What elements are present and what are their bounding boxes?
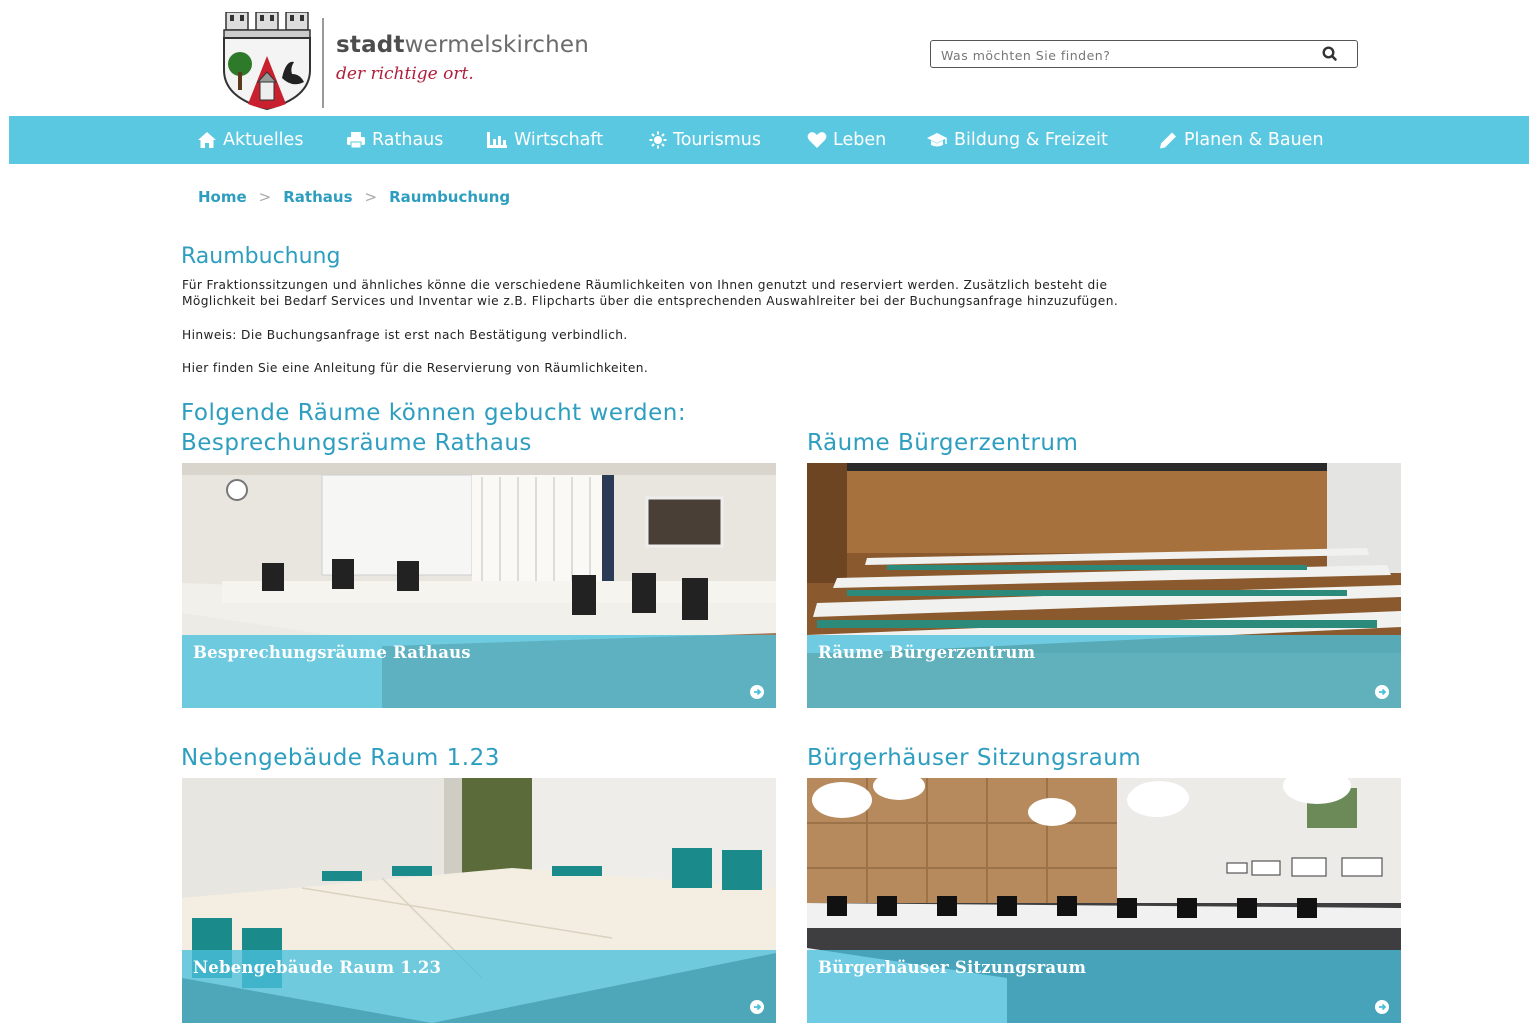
breadcrumb-raumbuchung[interactable]: Raumbuchung	[389, 188, 510, 206]
brand-tagline: der richtige ort.	[336, 64, 474, 84]
room-card-besprechungsraeume[interactable]: Besprechungsräume Rathaus	[182, 463, 776, 708]
circle-arrow-icon[interactable]	[750, 685, 764, 699]
room-heading-besprechungsraeume[interactable]: Besprechungsräume Rathaus	[181, 430, 532, 456]
nav-item-label: Planen & Bauen	[1184, 130, 1324, 150]
search-icon[interactable]	[1321, 45, 1339, 63]
room-card-buergerzentrum[interactable]: Räume Bürgerzentrum	[807, 463, 1401, 708]
breadcrumb: Home > Rathaus > Raumbuchung	[198, 188, 510, 206]
room-card-overlay: Bürgerhäuser Sitzungsraum	[807, 950, 1401, 1023]
home-icon	[198, 132, 216, 148]
room-card-buergerhaeuser[interactable]: Bürgerhäuser Sitzungsraum	[807, 778, 1401, 1023]
circle-arrow-icon[interactable]	[750, 1000, 764, 1014]
breadcrumb-home[interactable]: Home	[198, 188, 247, 206]
intro-text: Für Fraktionssitzungen und ähnliches kön…	[182, 277, 1342, 309]
logo-divider	[322, 18, 324, 108]
room-card-title: Räume Bürgerzentrum	[818, 643, 1036, 662]
guide-link-text[interactable]: Hier finden Sie eine Anleitung für die R…	[182, 361, 648, 375]
room-heading-nebengebaeude[interactable]: Nebengebäude Raum 1.23	[181, 745, 500, 771]
room-card-title: Besprechungsräume Rathaus	[193, 643, 471, 662]
site-header: stadtwermelskirchen der richtige ort.	[0, 0, 1529, 116]
circle-arrow-icon[interactable]	[1375, 685, 1389, 699]
room-card-overlay: Besprechungsräume Rathaus	[182, 635, 776, 708]
booking-note: Hinweis: Die Buchungsanfrage ist erst na…	[182, 328, 628, 342]
nav-item-planen-bauen[interactable]: Planen & Bauen	[1158, 116, 1324, 164]
circle-arrow-icon[interactable]	[1375, 1000, 1389, 1014]
chart-icon	[487, 132, 507, 148]
search-input[interactable]	[939, 44, 1303, 66]
room-card-title: Bürgerhäuser Sitzungsraum	[818, 958, 1087, 977]
breadcrumb-rathaus[interactable]: Rathaus	[283, 188, 352, 206]
sun-icon	[649, 131, 667, 149]
search-box	[930, 40, 1358, 68]
room-heading-buergerhaeuser[interactable]: Bürgerhäuser Sitzungsraum	[807, 745, 1141, 771]
brand-name: stadtwermelskirchen	[336, 32, 589, 58]
room-card-title: Nebengebäude Raum 1.23	[193, 958, 442, 977]
nav-item-label: Rathaus	[372, 130, 444, 150]
pencil-icon	[1160, 132, 1176, 149]
nav-item-label: Wirtschaft	[514, 130, 604, 150]
nav-item-tourismus[interactable]: Tourismus	[649, 116, 761, 164]
room-card-overlay: Nebengebäude Raum 1.23	[182, 950, 776, 1023]
nav-item-aktuelles[interactable]: Aktuelles	[197, 116, 303, 164]
nav-item-label: Bildung & Freizeit	[954, 130, 1108, 150]
printer-icon	[347, 132, 365, 149]
heart-icon	[807, 132, 827, 148]
room-card-overlay: Räume Bürgerzentrum	[807, 635, 1401, 708]
rooms-section-heading: Folgende Räume können gebucht werden:	[181, 400, 687, 426]
brand-name-rest: wermelskirchen	[404, 32, 590, 58]
breadcrumb-separator: >	[258, 188, 272, 206]
nav-item-label: Tourismus	[673, 130, 761, 150]
page-title: Raumbuchung	[181, 244, 341, 269]
city-crest-logo	[223, 12, 311, 110]
nav-item-bildung-freizeit[interactable]: Bildung & Freizeit	[926, 116, 1108, 164]
brand-name-bold: stadt	[336, 32, 405, 58]
main-navigation: Aktuelles Rathaus Wirtschaft Tourismus L…	[9, 116, 1529, 164]
room-heading-buergerzentrum[interactable]: Räume Bürgerzentrum	[807, 430, 1078, 456]
room-card-nebengebaeude[interactable]: Nebengebäude Raum 1.23	[182, 778, 776, 1023]
nav-item-leben[interactable]: Leben	[807, 116, 886, 164]
intro-line: Für Fraktionssitzungen und ähnliches kön…	[182, 278, 1108, 292]
graduation-cap-icon	[927, 133, 947, 147]
nav-item-label: Aktuelles	[223, 130, 304, 150]
breadcrumb-separator: >	[364, 188, 378, 206]
intro-line: Möglichkeit bei Bedarf Services und Inve…	[182, 294, 1119, 308]
nav-item-wirtschaft[interactable]: Wirtschaft	[486, 116, 603, 164]
nav-item-rathaus[interactable]: Rathaus	[346, 116, 443, 164]
nav-item-label: Leben	[833, 130, 887, 150]
